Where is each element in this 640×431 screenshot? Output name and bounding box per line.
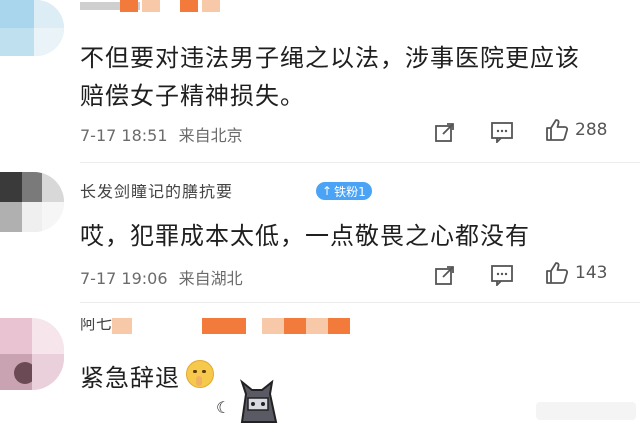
moon-icon: ☾ (216, 398, 231, 417)
share-icon (435, 123, 454, 142)
location: 来自北京 (178, 126, 243, 145)
comment-button[interactable] (490, 121, 514, 143)
share-button[interactable] (434, 264, 456, 286)
avatar-mosaic (22, 202, 42, 232)
avatar-mosaic (22, 172, 42, 202)
avatar-mosaic (42, 202, 64, 232)
comment-icon (491, 265, 513, 286)
avatar-mosaic (0, 0, 34, 28)
avatar-mosaic (0, 172, 22, 202)
timestamp: 7-17 18:51 (80, 126, 168, 145)
share-icon (435, 266, 454, 285)
avatar-mosaic (0, 202, 22, 232)
comment-3: 阿七 紧急辞退 ☾ (0, 306, 640, 431)
divider (80, 302, 640, 303)
avatar[interactable] (0, 172, 64, 232)
up-arrow-icon: ↑ (322, 184, 333, 198)
comment-text: 紧急辞退 (80, 364, 180, 392)
comment-button[interactable] (490, 264, 514, 286)
username-redacted[interactable] (80, 0, 250, 14)
divider (80, 162, 640, 163)
like-button[interactable]: 143 (545, 262, 607, 284)
shush-emoji-icon (186, 360, 214, 388)
comment-1: 不但要对违法男子绳之以法，涉事医院更应该 赔偿女子精神损失。 7-17 18:5… (0, 0, 640, 150)
avatar-mosaic (42, 172, 64, 202)
comment-text: 哎，犯罪成本太低，一点敬畏之心都没有 (80, 222, 530, 250)
avatar-mosaic (34, 28, 64, 56)
comment-icon (491, 122, 513, 143)
username-redacted (112, 318, 352, 336)
comment-text-line: 不但要对违法男子绳之以法，涉事医院更应该 (80, 44, 580, 72)
share-button[interactable] (434, 121, 456, 143)
username[interactable]: 阿七 (80, 318, 112, 334)
like-count: 143 (575, 263, 608, 283)
like-count: 288 (575, 120, 608, 140)
comment-meta: 7-17 18:51 来自北京 (80, 122, 243, 146)
avatar[interactable] (0, 0, 64, 56)
fan-badge-label: 铁粉1 (334, 184, 366, 199)
fan-badge[interactable]: ↑ 铁粉1 (316, 182, 372, 200)
like-icon (546, 119, 569, 141)
avatar-mosaic (34, 0, 64, 28)
timestamp: 7-17 19:06 (80, 269, 168, 288)
cat-sticker-icon (239, 379, 278, 423)
avatar[interactable] (0, 318, 64, 390)
like-button[interactable]: 288 (545, 119, 607, 141)
avatar-mosaic (0, 28, 34, 56)
avatar-mosaic (32, 354, 64, 390)
watermark-blur (536, 402, 636, 420)
comment-meta: 7-17 19:06 来自湖北 (80, 265, 243, 289)
comment-text-line: 赔偿女子精神损失。 (80, 82, 305, 110)
avatar-mosaic (32, 318, 64, 354)
location: 来自湖北 (178, 269, 243, 288)
comment-2: 长发剑瞳记的膳抗要 ↑ 铁粉1 哎，犯罪成本太低，一点敬畏之心都没有 7-17 … (0, 166, 640, 296)
avatar-mosaic (0, 318, 32, 354)
username[interactable]: 长发剑瞳记的膳抗要 (80, 184, 233, 202)
like-icon (546, 262, 569, 284)
